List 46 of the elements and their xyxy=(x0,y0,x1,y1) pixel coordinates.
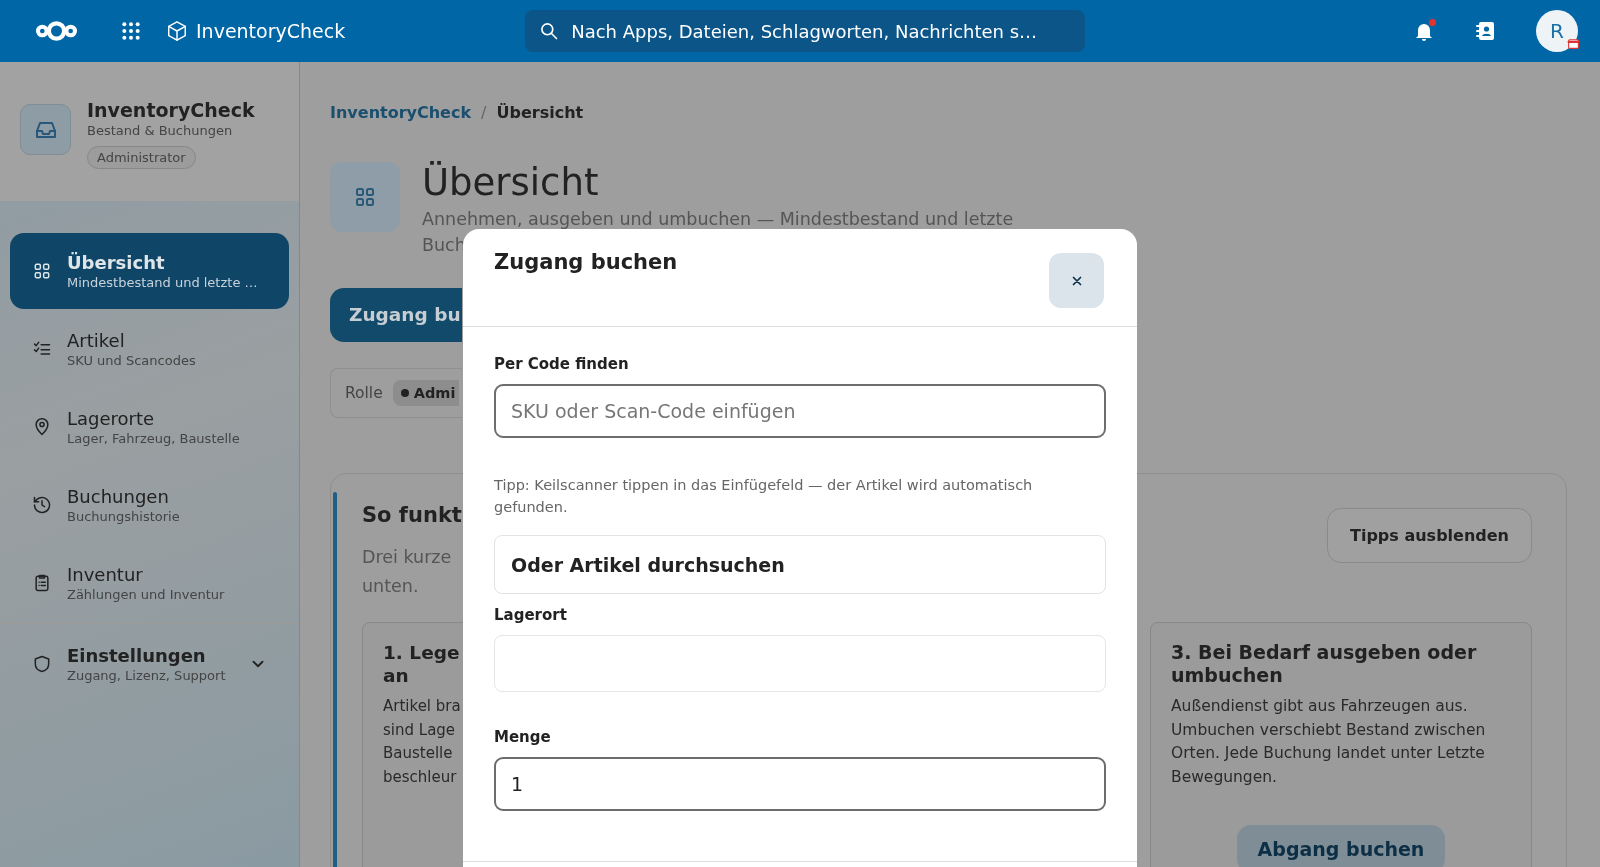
calendar-icon xyxy=(1567,37,1580,50)
field-label: Per Code finden xyxy=(494,355,630,373)
location-select-field[interactable] xyxy=(494,635,1106,692)
step-title: 1. Lege an xyxy=(383,641,461,687)
role-label: Rolle xyxy=(345,384,383,402)
grid-icon xyxy=(32,261,52,281)
field-label: Menge xyxy=(494,728,552,746)
dialog-title: Zugang buchen xyxy=(494,250,678,276)
location-pin-icon xyxy=(32,417,52,437)
quantity-input-field[interactable]: 1 xyxy=(494,757,1106,811)
role-chip: Admi xyxy=(392,380,460,406)
apps-grid-icon[interactable] xyxy=(121,21,141,41)
app-subtitle: Bestand & Buchungen xyxy=(87,123,234,138)
article-search-field[interactable]: Oder Artikel durchsuchen xyxy=(494,535,1106,594)
step-text: Artikel bra sind Lage Baustelle beschleur xyxy=(383,696,462,788)
page-title: Übersicht xyxy=(422,162,600,204)
nav-item[interactable]: Buchungen Buchungshistorie xyxy=(10,467,289,543)
app-title: InventoryCheck xyxy=(87,99,255,121)
hide-tips-button[interactable]: Tipps ausblenden xyxy=(1327,508,1532,563)
nav-item[interactable]: Lagerorte Lager, Fahrzeug, Baustelle xyxy=(10,389,289,465)
shield-icon xyxy=(32,654,52,674)
issue-button[interactable]: Abgang buchen xyxy=(1237,825,1445,867)
avatar[interactable]: R xyxy=(1536,10,1578,52)
nav-item[interactable]: Inventur Zählungen und Inventur xyxy=(10,545,289,621)
breadcrumb-link[interactable]: InventoryCheck xyxy=(330,102,472,122)
field-label: Lagerort xyxy=(494,606,568,624)
tips-intro: Drei kurze unten. xyxy=(362,546,453,598)
primary-button[interactable]: Zugang bu xyxy=(330,288,462,342)
step-text: Außendienst gibt aus Fahrzeugen aus. Umbuchen verschiebt Bestand zwischen Orten. Jede Buchung landet unter Letzte Bewegungen. xyxy=(1171,696,1487,788)
clipboard-icon xyxy=(32,573,52,593)
nav-group[interactable]: Einstellungen Zugang, Lizenz, Support xyxy=(10,626,289,702)
role-badge: Administrator xyxy=(87,146,196,169)
history-icon xyxy=(32,495,52,515)
search-icon xyxy=(539,21,560,41)
tips-title: So funkt xyxy=(362,502,462,529)
nav-item[interactable]: Artikel SKU und Scancodes xyxy=(10,311,289,387)
code-input-field[interactable]: SKU oder Scan-Code einfügen xyxy=(494,384,1106,438)
step-title: 3. Bei Bedarf ausgeben oder umbuchen xyxy=(1171,641,1478,687)
breadcrumb-separator: / xyxy=(481,102,487,122)
breadcrumb-current: Übersicht xyxy=(496,102,584,122)
cube-icon xyxy=(166,20,188,42)
nav-item[interactable]: Übersicht Mindestbestand und letzte … xyxy=(10,233,289,309)
grid-icon xyxy=(353,185,377,209)
app-name[interactable]: InventoryCheck xyxy=(196,20,346,42)
search-field[interactable]: Nach Apps, Dateien, Schlagworten, Nachrichten s… xyxy=(525,10,1086,52)
hint-text: Tipp: Keilscanner tippen in das Einfügefeld — der Artikel wird automatisch gefunden. xyxy=(494,476,1034,517)
